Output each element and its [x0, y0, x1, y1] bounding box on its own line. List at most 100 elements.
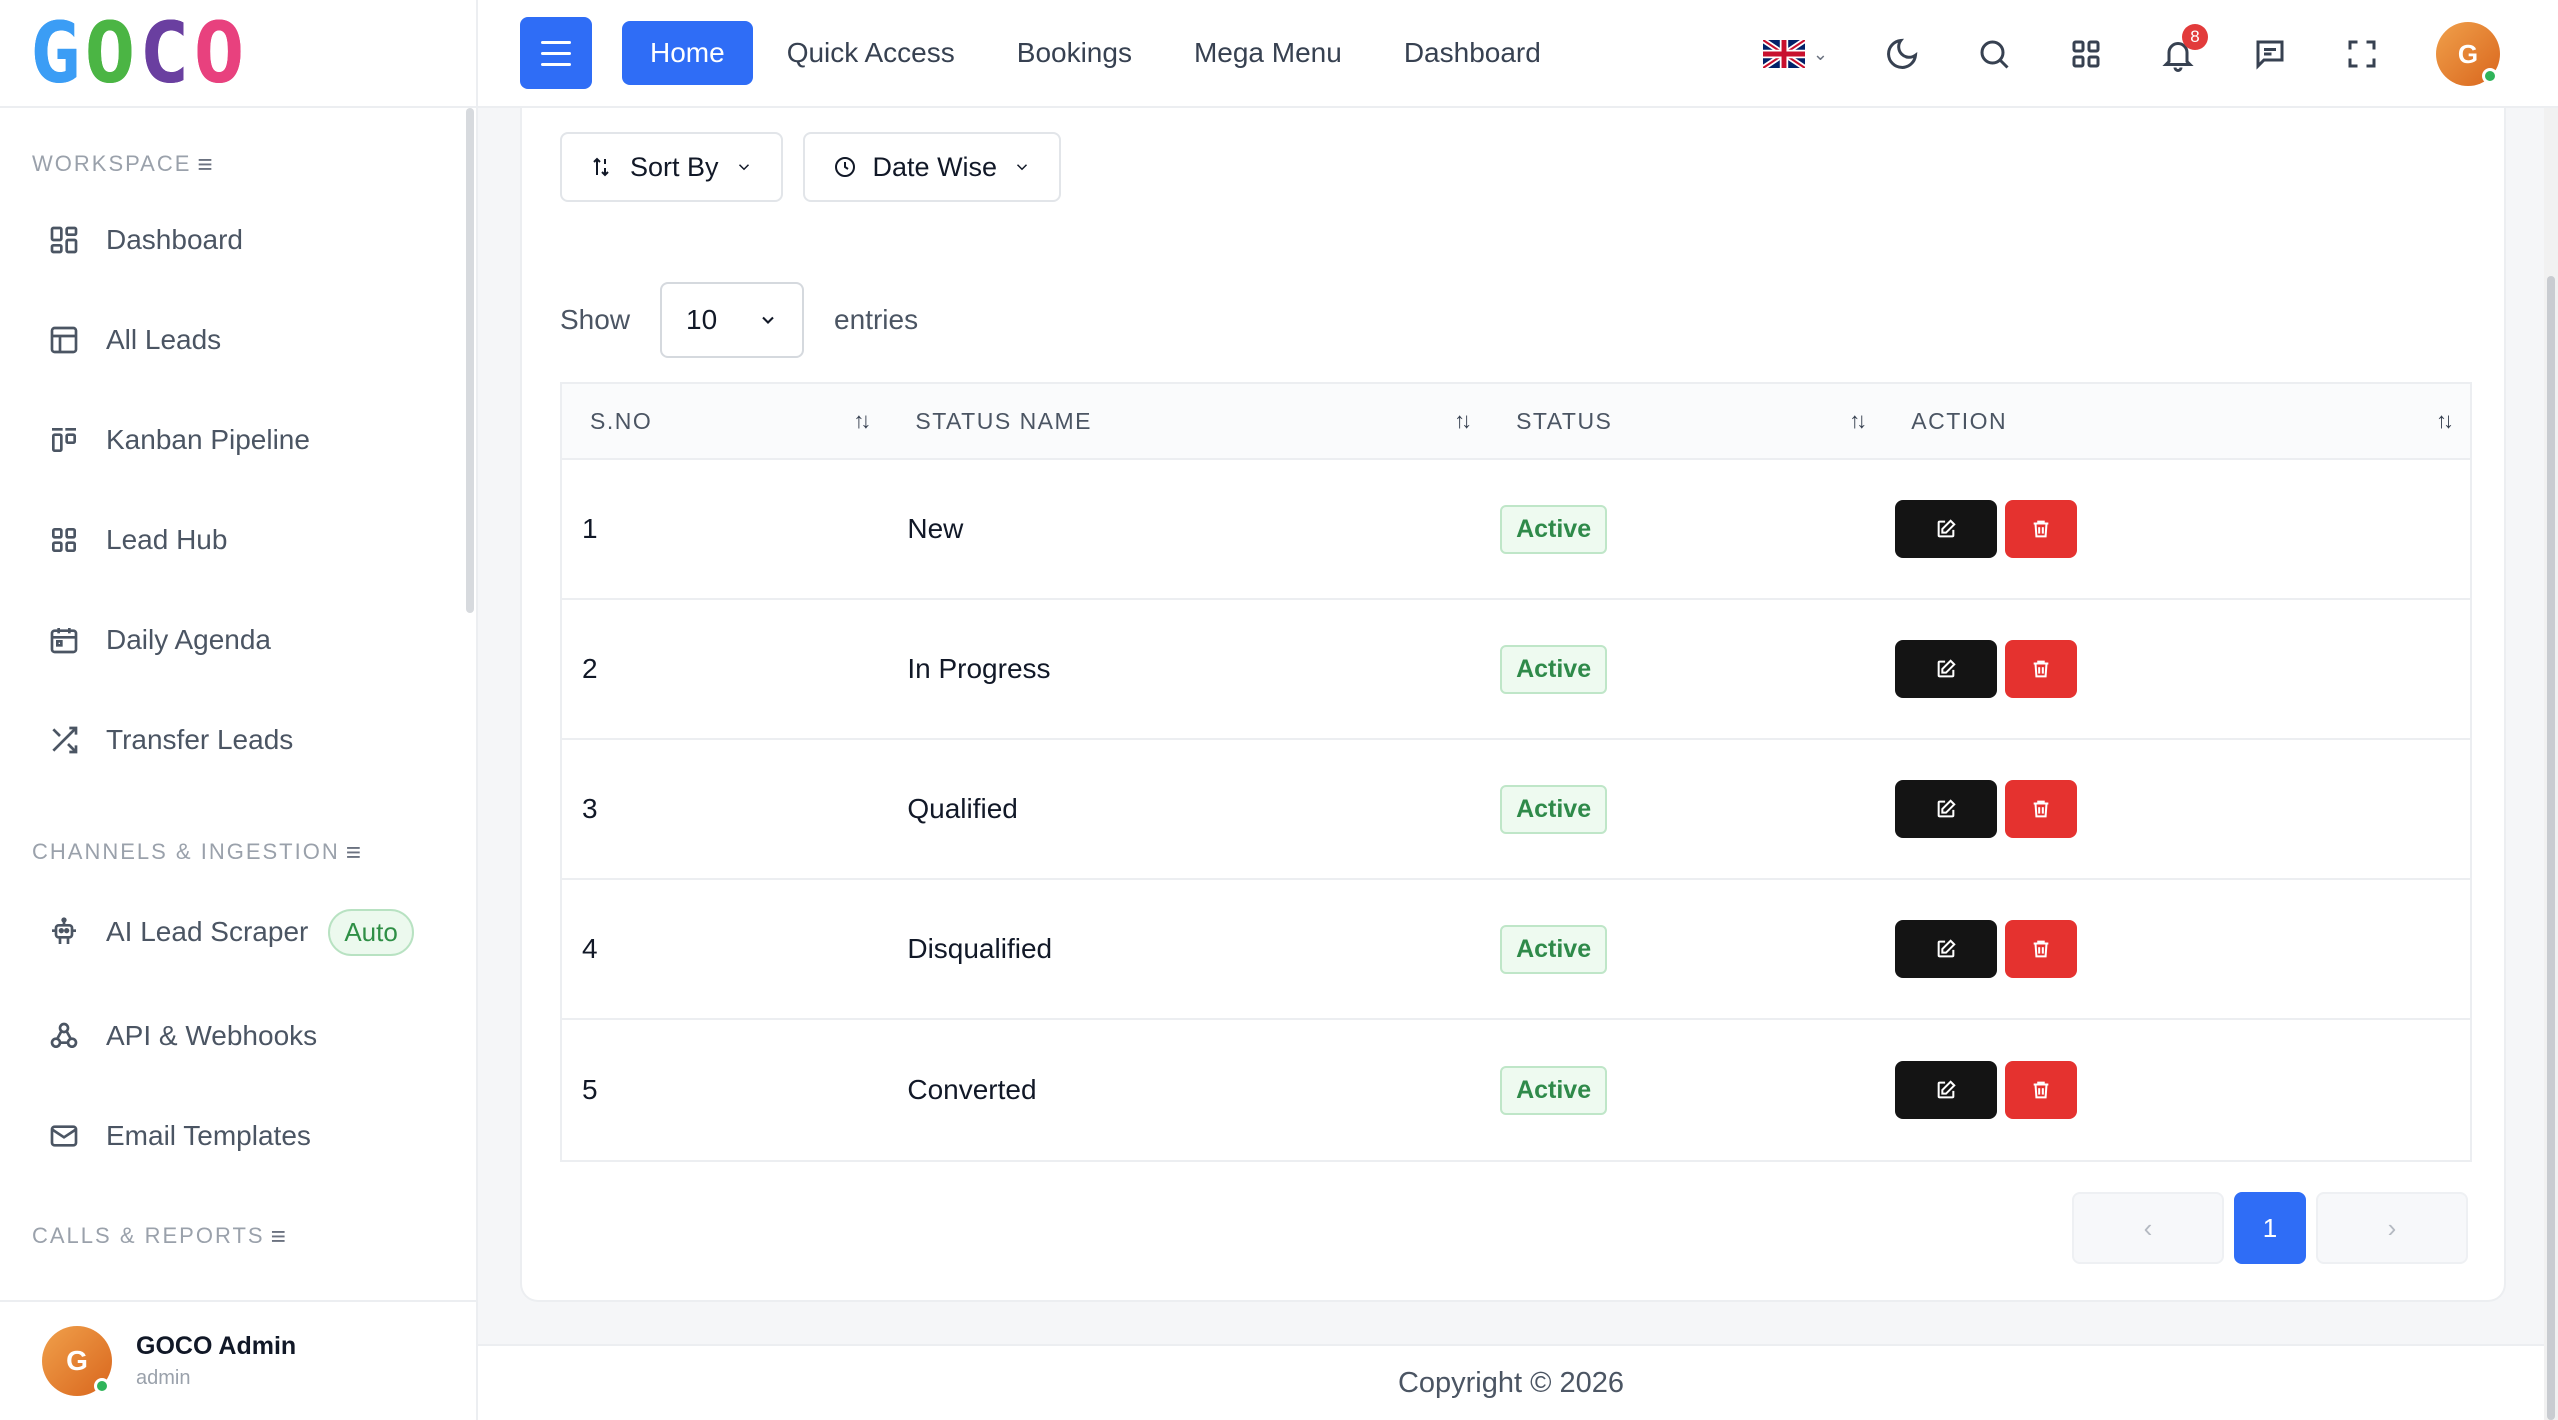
next-page-button[interactable]: ›: [2316, 1192, 2468, 1264]
delete-button[interactable]: [2005, 920, 2078, 978]
previous-page-button[interactable]: ‹: [2072, 1192, 2224, 1264]
trash-icon: [2033, 660, 2049, 678]
column-title: STATUS NAME: [915, 407, 1093, 434]
search-button[interactable]: [1976, 36, 2012, 72]
entries-per-page-select[interactable]: 10: [660, 282, 805, 358]
user-info: GOCO Admin admin: [136, 1332, 296, 1390]
row-status-cell: Active: [1488, 644, 1883, 694]
date-wise-dropdown[interactable]: Date Wise: [802, 132, 1062, 202]
column-header-status[interactable]: STATUS ↑↓: [1488, 384, 1883, 458]
delete-button[interactable]: [2005, 780, 2078, 838]
chevron-down-icon: [762, 316, 774, 324]
tab-mega-menu[interactable]: Mega Menu: [1166, 21, 1370, 85]
entries-value: 10: [686, 304, 718, 335]
delete-button[interactable]: [2005, 640, 2078, 698]
brand-logo[interactable]: G O C O: [30, 4, 244, 102]
user-name: GOCO Admin: [136, 1332, 297, 1360]
app-root: G O C O WORKSPACE ≡ Dashboard All Leads: [0, 0, 2558, 1420]
moon-icon: [1887, 38, 1918, 69]
sidebar-menu: WORKSPACE ≡ Dashboard All Leads Kanban P…: [0, 108, 476, 1300]
show-label: Show: [560, 304, 631, 335]
logo-letter: C: [139, 4, 190, 102]
apps-button[interactable]: [2068, 36, 2104, 72]
row-sno: 5: [582, 1074, 598, 1105]
sidebar: G O C O WORKSPACE ≡ Dashboard All Leads: [0, 0, 478, 1420]
menu-toggle-button[interactable]: [520, 17, 592, 89]
chevron-down-icon: [738, 164, 749, 171]
column-header-sno[interactable]: S.NO ↑↓: [562, 384, 887, 458]
status-badge: Active: [1500, 924, 1608, 974]
hamburger-icon: [541, 37, 571, 70]
sidebar-item-lead-hub[interactable]: Lead Hub: [0, 490, 476, 590]
notifications-button[interactable]: 8: [2160, 24, 2208, 72]
status-badge: Active: [1500, 644, 1608, 694]
sort-by-dropdown[interactable]: Sort By: [560, 132, 783, 202]
sidebar-item-dashboard[interactable]: Dashboard: [0, 190, 476, 290]
edit-button[interactable]: [1895, 920, 1998, 978]
row-actions: [1883, 640, 2470, 698]
message-icon: [2256, 40, 2284, 70]
sidebar-item-kanban-pipeline[interactable]: Kanban Pipeline: [0, 390, 476, 490]
clock-icon: [834, 157, 855, 177]
column-header-status-name[interactable]: STATUS NAME ↑↓: [887, 384, 1488, 458]
sidebar-item-transfer-leads[interactable]: Transfer Leads: [0, 690, 476, 790]
scrollbar-thumb[interactable]: [2547, 276, 2555, 1420]
sidebar-item-label: AI Lead Scraper: [106, 916, 309, 947]
section-title-text: CALLS & REPORTS: [32, 1223, 265, 1248]
sidebar-item-all-leads[interactable]: All Leads: [0, 290, 476, 390]
logo-letter: O: [84, 4, 136, 102]
main-scrollbar[interactable]: [2544, 108, 2558, 1420]
table-row: 2 In Progress Active: [562, 600, 2470, 740]
user-role: admin: [136, 1367, 191, 1389]
status-badge: Active: [1500, 784, 1608, 834]
row-status-name: Disqualified: [907, 933, 1053, 964]
apps-grid-icon: [2072, 40, 2100, 68]
sidebar-item-email-templates[interactable]: Email Templates: [0, 1086, 476, 1186]
fullscreen-button[interactable]: [2344, 36, 2380, 72]
sidebar-item-label: Lead Hub: [106, 524, 228, 555]
tab-quick-access[interactable]: Quick Access: [759, 21, 983, 85]
edit-button[interactable]: [1895, 640, 1998, 698]
column-header-action[interactable]: ACTION ↑↓: [1883, 384, 2470, 458]
sort-by-label: Sort By: [630, 151, 719, 182]
sidebar-item-daily-agenda[interactable]: Daily Agenda: [0, 590, 476, 690]
status-table: S.NO ↑↓ STATUS NAME ↑↓ STATUS ↑↓ ACTION ↑↓ 1…: [560, 382, 2472, 1162]
table-icon: [50, 326, 78, 354]
page-number-button[interactable]: 1: [2234, 1192, 2306, 1264]
sidebar-item-ai-lead-scraper[interactable]: AI Lead Scraper Auto: [0, 878, 476, 986]
row-sno: 3: [582, 793, 598, 824]
grid-icon: [51, 528, 76, 552]
status-list-card: Sort By Date Wise Show 10 entries S.NO ↑↓…: [520, 108, 2506, 1302]
pagination: ‹ 1 ›: [2072, 1192, 2468, 1264]
sidebar-scrollbar[interactable]: [466, 108, 474, 613]
column-title: STATUS: [1516, 407, 1613, 434]
section-title-channels: CHANNELS & INGESTION ≡: [0, 826, 476, 878]
sort-arrows-icon: ↑↓: [853, 408, 871, 433]
copyright-text: Copyright © 2026: [1397, 1366, 1625, 1399]
theme-toggle-button[interactable]: [1884, 36, 1920, 72]
tab-dashboard[interactable]: Dashboard: [1376, 21, 1569, 85]
messages-button[interactable]: [2252, 36, 2288, 72]
fullscreen-icon: [2348, 40, 2376, 68]
top-header: Home Quick Access Bookings Mega Menu Das…: [478, 0, 2558, 108]
edit-button[interactable]: [1895, 1061, 1998, 1119]
row-status-name: New: [907, 513, 964, 544]
language-selector[interactable]: ⌄: [1762, 40, 1828, 68]
tab-bookings[interactable]: Bookings: [989, 21, 1160, 85]
header-user-avatar[interactable]: G: [2436, 22, 2500, 86]
edit-button[interactable]: [1895, 500, 1998, 558]
robot-icon: [52, 917, 76, 944]
sidebar-item-label: All Leads: [106, 324, 222, 355]
delete-button[interactable]: [2005, 500, 2078, 558]
sidebar-item-api-webhooks[interactable]: API & Webhooks: [0, 986, 476, 1086]
logo-area: G O C O: [0, 0, 476, 108]
top-nav: Home Quick Access Bookings Mega Menu Das…: [622, 21, 1569, 85]
logo-letter: G: [30, 4, 81, 102]
tab-home[interactable]: Home: [622, 21, 753, 85]
online-status-dot: [94, 1378, 110, 1394]
sidebar-user-profile[interactable]: G GOCO Admin admin: [0, 1300, 476, 1420]
kanban-icon: [51, 428, 76, 452]
edit-button[interactable]: [1895, 780, 1998, 838]
delete-button[interactable]: [2005, 1061, 2078, 1119]
avatar-initial: G: [66, 1345, 88, 1376]
